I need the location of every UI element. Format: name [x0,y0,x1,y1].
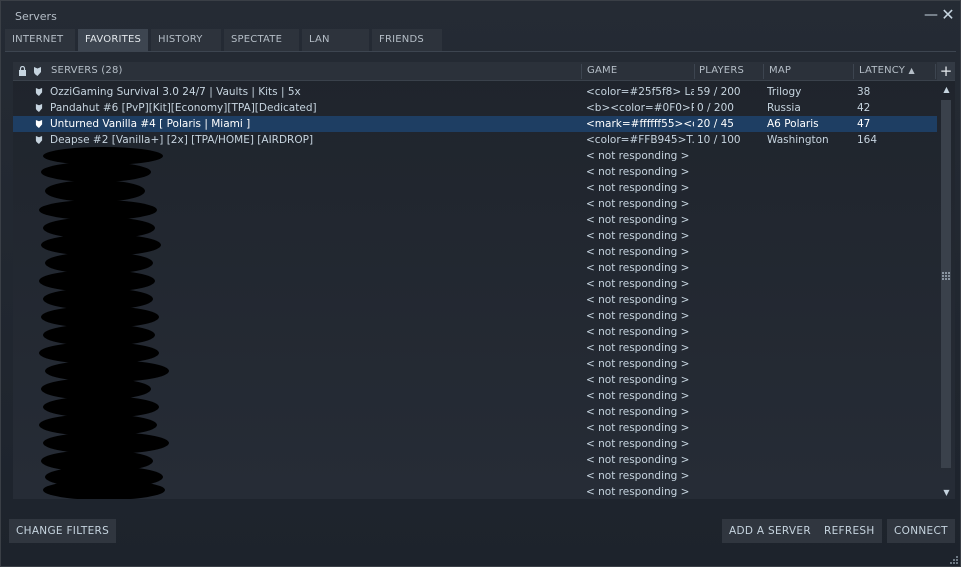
redaction-blob [45,180,145,202]
server-game: < not responding > [586,358,690,370]
server-game: <color=#25f5f8> La... [586,86,694,98]
server-game: < not responding > [586,390,690,402]
server-game: < not responding > [586,342,690,354]
server-game: < not responding > [586,262,690,274]
scrollbar[interactable]: ▲ ▼ [940,84,953,499]
tab-divider [5,51,956,52]
server-players: 59 / 200 [697,86,741,98]
server-game: < not responding > [586,294,690,306]
refresh-button[interactable]: REFRESH [817,519,882,543]
server-players: 0 / 200 [697,102,734,114]
server-list: SERVERS (28) GAME PLAYERS MAP LATENCY ▲ … [13,62,955,499]
sort-ascending-icon: ▲ [908,66,915,75]
window-title: Servers [15,10,57,23]
tab-friends[interactable]: FRIENDS [372,29,442,51]
column-separator[interactable] [694,64,695,79]
table-row[interactable]: < not responding > [13,180,937,196]
close-icon[interactable]: ✕ [941,7,955,23]
tab-lan[interactable]: LAN [302,29,369,51]
server-game: < not responding > [586,422,690,434]
list-header: SERVERS (28) GAME PLAYERS MAP LATENCY ▲ … [13,62,955,81]
server-game: < not responding > [586,310,690,322]
column-servers[interactable]: SERVERS (28) [51,62,123,80]
server-game: < not responding > [586,182,690,194]
tab-favorites[interactable]: FAVORITES [78,29,148,51]
server-players: 20 / 45 [697,118,734,130]
lock-icon[interactable] [18,66,27,76]
column-separator[interactable] [853,64,854,79]
server-game: < not responding > [586,454,690,466]
add-column-button[interactable]: + [937,62,955,80]
server-name: OzziGaming Survival 3.0 24/7 | Vaults | … [50,86,301,98]
title-bar[interactable]: Servers — ✕ [1,1,960,29]
server-game: < not responding > [586,406,690,418]
server-latency: 47 [857,118,871,130]
table-row[interactable]: < not responding > [13,164,937,180]
server-game: < not responding > [586,166,690,178]
column-latency[interactable]: LATENCY ▲ [859,62,915,80]
minimize-icon[interactable]: — [924,8,938,22]
change-filters-button[interactable]: CHANGE FILTERS [9,519,117,543]
column-latency-label: LATENCY [859,65,906,76]
server-game: < not responding > [586,214,690,226]
favorite-shield-icon [35,87,43,96]
scroll-grip-icon[interactable] [942,272,950,280]
redaction-blob [43,480,165,499]
server-game: < not responding > [586,470,690,482]
tab-internet[interactable]: INTERNET [5,29,75,51]
server-game: <mark=#ffffff55><col... [586,118,694,130]
tab-history[interactable]: HISTORY [151,29,221,51]
server-game: < not responding > [586,486,690,498]
shield-icon[interactable] [33,66,42,76]
table-row[interactable]: Unturned Vanilla #4 [ Polaris | Miami ] <… [13,116,937,132]
server-map: Trilogy [767,86,802,98]
server-game: <color=#FFB945>T... [586,134,694,146]
server-latency: 42 [857,102,871,114]
favorite-shield-icon [35,119,43,128]
scroll-down-icon[interactable]: ▼ [940,487,953,499]
server-game: < not responding > [586,198,690,210]
server-latency: 164 [857,134,878,146]
connect-button[interactable]: CONNECT [887,519,955,543]
server-players: 10 / 100 [697,134,741,146]
redaction-blob [41,162,151,182]
server-game: < not responding > [586,374,690,386]
server-map: A6 Polaris [767,118,819,130]
server-game: < not responding > [586,150,690,162]
column-separator[interactable] [763,64,764,79]
resize-grip-icon[interactable] [948,554,958,564]
column-separator[interactable] [581,64,582,79]
server-name: Pandahut #6 [PvP][Kit][Economy][TPA][Ded… [50,102,317,114]
column-separator[interactable] [935,64,936,79]
favorite-shield-icon [35,135,43,144]
server-map: Washington [767,134,829,146]
servers-window: Servers — ✕ INTERNET FAVORITES HISTORY SPEC… [0,0,961,567]
server-name: Deapse #2 [Vanilla+] [2x] [TPA/HOME] [AI… [50,134,314,146]
tab-spectate[interactable]: SPECTATE [224,29,299,51]
add-server-button[interactable]: ADD A SERVER [722,519,818,543]
column-game[interactable]: GAME [587,62,617,80]
server-game: < not responding > [586,278,690,290]
server-map: Russia [767,102,801,114]
server-name: Unturned Vanilla #4 [ Polaris | Miami ] [50,118,251,130]
server-latency: 38 [857,86,871,98]
tab-bar: INTERNET FAVORITES HISTORY SPECTATE LAN FRIEN… [5,29,445,51]
favorite-shield-icon [35,103,43,112]
server-game: < not responding > [586,230,690,242]
column-players[interactable]: PLAYERS [699,62,744,80]
server-game: < not responding > [586,246,690,258]
table-row[interactable]: Deapse #2 [Vanilla+] [2x] [TPA/HOME] [AI… [13,132,937,148]
scroll-track[interactable] [941,100,951,468]
server-game: <b><color=#0F0>Pv... [586,102,694,114]
table-row[interactable]: OzziGaming Survival 3.0 24/7 | Vaults | … [13,84,937,100]
server-game: < not responding > [586,326,690,338]
column-map[interactable]: MAP [769,62,791,80]
server-game: < not responding > [586,438,690,450]
scroll-up-icon[interactable]: ▲ [940,84,953,96]
table-row[interactable]: Pandahut #6 [PvP][Kit][Economy][TPA][Ded… [13,100,937,116]
